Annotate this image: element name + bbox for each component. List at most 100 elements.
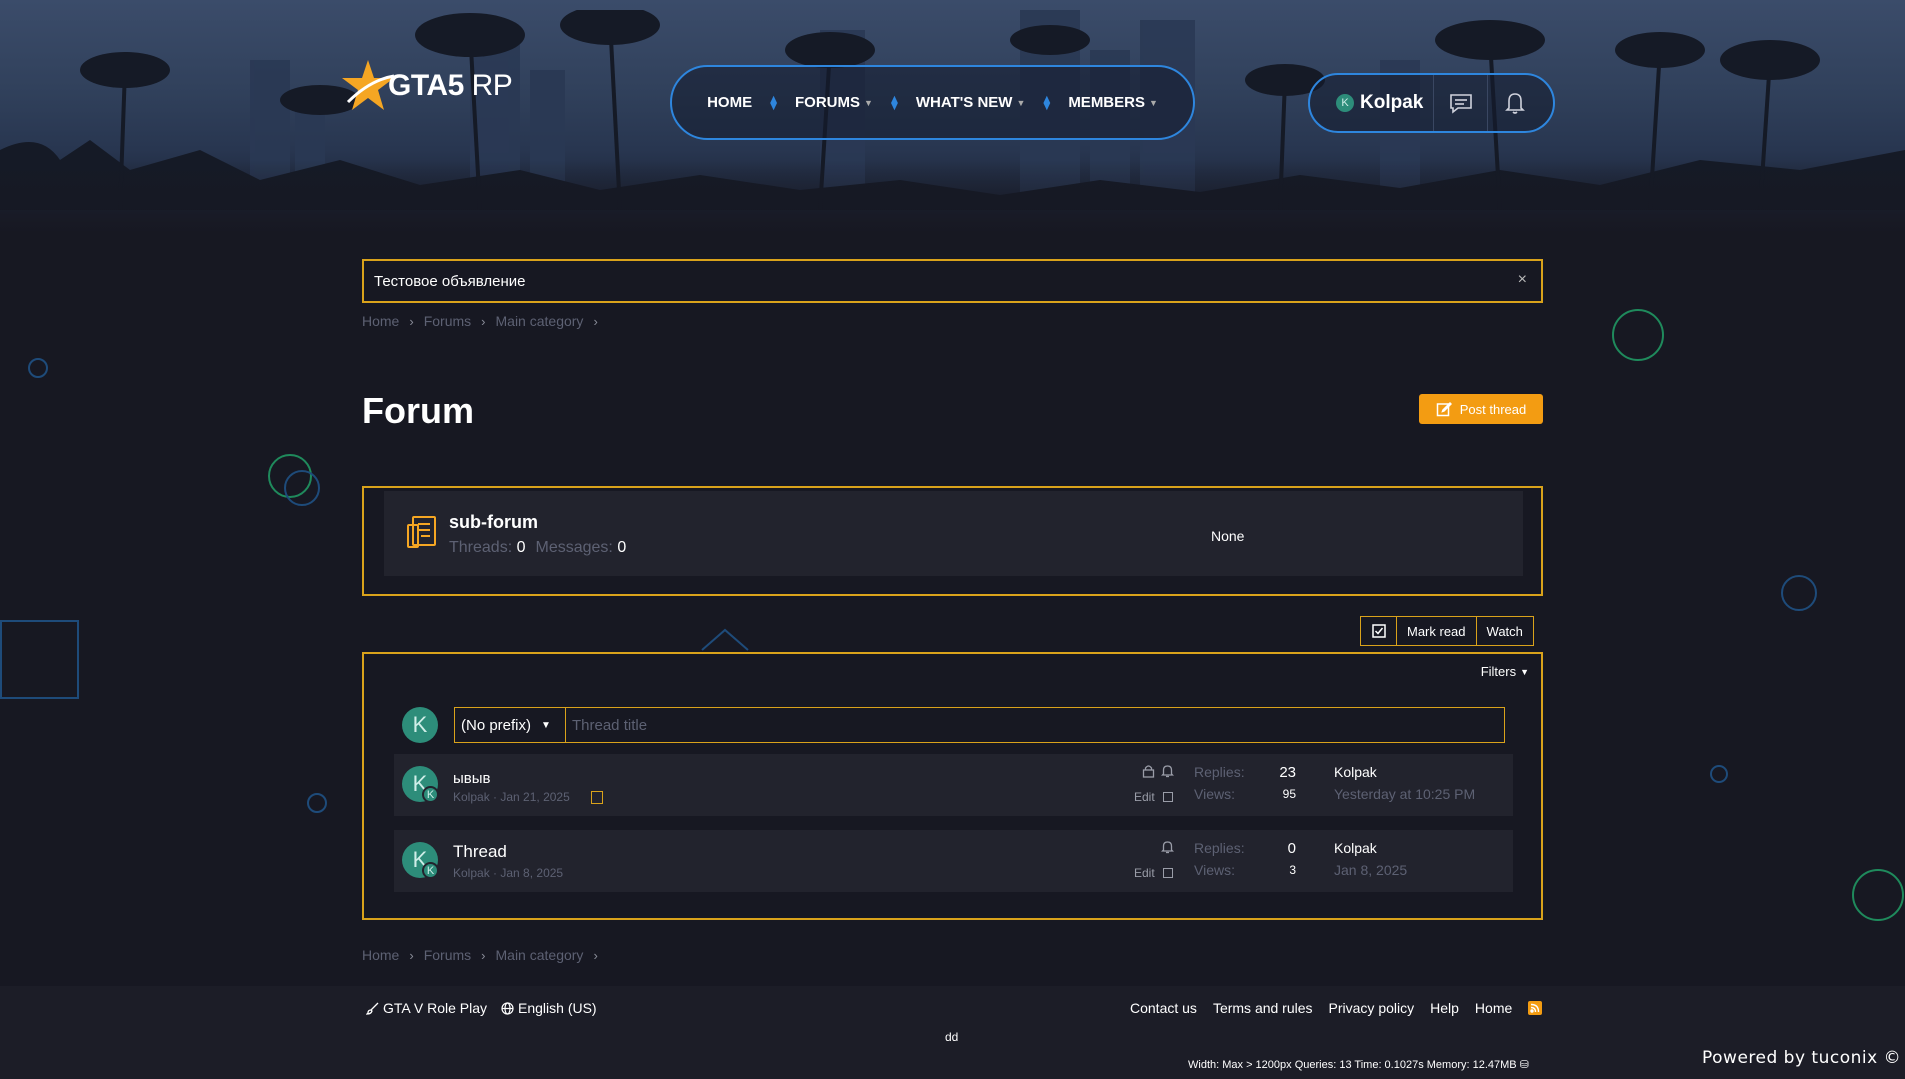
decor-triangle [701, 628, 749, 651]
messages-count: 0 [617, 539, 627, 556]
account-link[interactable]: K Kolpak [1310, 75, 1435, 131]
footer-link-home[interactable]: Home [1475, 1000, 1512, 1016]
footer-link-terms[interactable]: Terms and rules [1213, 1000, 1313, 1016]
prefix-select[interactable]: (No prefix) ▼ [454, 707, 566, 743]
nav-home[interactable]: HOME [707, 94, 752, 111]
select-checkbox[interactable] [1162, 792, 1173, 802]
nav-separator-icon: ⧫ [890, 94, 898, 110]
database-icon: ⛁ [1519, 1059, 1529, 1071]
thread-date[interactable]: Jan 8, 2025 [500, 866, 563, 880]
thread-edit: Edit [1134, 866, 1173, 880]
forum-icon [406, 515, 438, 554]
thread-author[interactable]: Kolpak [453, 790, 490, 804]
breadcrumb-home[interactable]: Home [362, 313, 399, 329]
notice-text: Тестовое объявление [374, 272, 526, 290]
decor-circle [1710, 765, 1728, 783]
breadcrumb-main-category[interactable]: Main category [496, 947, 584, 963]
breadcrumb-forums[interactable]: Forums [424, 313, 471, 329]
footer-custom-text: dd [945, 1030, 959, 1044]
language-chooser[interactable]: English (US) [501, 1000, 597, 1016]
subforum-last-post: None [1211, 528, 1245, 544]
lock-icon [1142, 765, 1155, 778]
thread-row[interactable]: K K ывыв Kolpak · Jan 21, 2025 Edit Repl… [394, 754, 1513, 816]
select-toggle-button[interactable] [1361, 617, 1397, 645]
breadcrumb: Home › Forums › Main category › [362, 313, 598, 329]
footer-link-contact[interactable]: Contact us [1130, 1000, 1197, 1016]
thread-title[interactable]: Thread [453, 842, 507, 862]
last-post-date[interactable]: Jan 8, 2025 [1334, 862, 1407, 878]
chevron-right-icon: › [481, 313, 486, 329]
footer-left: GTA V Role Play English (US) [366, 1000, 597, 1016]
chevron-right-icon: › [593, 313, 598, 329]
thread-status-icons [1142, 764, 1174, 778]
bell-icon [1161, 841, 1174, 854]
post-thread-label: Post thread [1459, 401, 1527, 417]
thread-title-input[interactable] [565, 707, 1505, 743]
views-label: Views: [1194, 786, 1235, 802]
last-poster[interactable]: Kolpak [1334, 764, 1377, 780]
replies-count: 0 [1287, 840, 1296, 857]
caret-down-icon: ▼ [1016, 97, 1026, 108]
thread-author[interactable]: Kolpak [453, 866, 490, 880]
caret-down-icon: ▼ [1148, 97, 1158, 108]
subforum-stats: Threads: 0 Messages: 0 [449, 539, 627, 556]
decor-circle [284, 470, 320, 506]
breadcrumb-forums[interactable]: Forums [424, 947, 471, 963]
edit-icon [1436, 401, 1452, 417]
thread-meta: Kolpak · Jan 21, 2025 [453, 790, 604, 805]
thread-row[interactable]: K K Thread Kolpak · Jan 8, 2025 Edit Rep… [394, 830, 1513, 892]
decor-circle [1781, 575, 1817, 611]
user-navigation: K Kolpak [1308, 73, 1555, 133]
mark-read-button[interactable]: Mark read [1397, 617, 1477, 645]
bell-icon [1161, 765, 1174, 778]
subforum-block: sub-forum Threads: 0 Messages: 0 None [362, 486, 1543, 596]
nav-forums[interactable]: FORUMS ▼ [795, 94, 873, 111]
replies-label: Replies: [1194, 764, 1245, 780]
last-poster[interactable]: Kolpak [1334, 840, 1377, 856]
page-title: Forum [362, 390, 474, 431]
last-poster-avatar: K [422, 862, 439, 879]
page-icon [591, 791, 604, 805]
last-post-date[interactable]: Yesterday at 10:25 PM [1334, 786, 1475, 802]
thread-title[interactable]: ывыв [453, 770, 491, 787]
decor-circle [268, 454, 312, 498]
decor-circle [1612, 309, 1664, 361]
edit-link[interactable]: Edit [1134, 866, 1155, 880]
close-icon[interactable]: × [1518, 271, 1527, 289]
subforum-title[interactable]: sub-forum [449, 512, 538, 533]
filters-button[interactable]: Filters ▼ [1481, 664, 1529, 679]
avatar: K [1336, 94, 1354, 112]
nav-separator-icon: ⧫ [1043, 94, 1051, 110]
views-count: 3 [1289, 863, 1296, 877]
nav-separator-icon: ⧫ [770, 94, 778, 110]
style-chooser[interactable]: GTA V Role Play [366, 1000, 487, 1016]
thread-edit: Edit [1134, 790, 1173, 804]
nav-members[interactable]: MEMBERS ▼ [1068, 94, 1158, 111]
notice-banner: Тестовое объявление × [362, 259, 1543, 303]
nav-whats-new[interactable]: WHAT'S NEW ▼ [916, 94, 1026, 111]
breadcrumb-home[interactable]: Home [362, 947, 399, 963]
select-checkbox[interactable] [1162, 868, 1173, 878]
conversations-button[interactable] [1434, 75, 1489, 131]
chevron-right-icon: › [481, 947, 486, 963]
avatar[interactable]: K [402, 707, 438, 743]
alerts-button[interactable] [1488, 75, 1542, 131]
rss-icon[interactable] [1528, 1001, 1543, 1015]
watch-button[interactable]: Watch [1477, 617, 1533, 645]
footer-link-help[interactable]: Help [1430, 1000, 1459, 1016]
footer-links: Contact us Terms and rules Privacy polic… [1130, 1000, 1543, 1016]
footer-link-privacy[interactable]: Privacy policy [1329, 1000, 1415, 1016]
thread-list-block: Filters ▼ K (No prefix) ▼ K K ывыв Kolpa… [362, 652, 1543, 920]
main-navigation: HOME ⧫ FORUMS ▼ ⧫ WHAT'S NEW ▼ ⧫ MEMBERS ▼ [670, 65, 1195, 140]
site-logo[interactable]: GTA5 RP [340, 58, 513, 114]
breadcrumb-main-category[interactable]: Main category [496, 313, 584, 329]
globe-icon [501, 1001, 514, 1015]
debug-output: Width: Max > 1200px Queries: 13 Time: 0.… [1188, 1059, 1529, 1071]
threads-count: 0 [516, 539, 526, 556]
edit-link[interactable]: Edit [1134, 790, 1155, 804]
thread-date[interactable]: Jan 21, 2025 [500, 790, 569, 804]
replies-label: Replies: [1194, 840, 1245, 856]
post-thread-button[interactable]: Post thread [1419, 394, 1543, 424]
powered-by[interactable]: Powered by tuconix © [1702, 1048, 1901, 1068]
last-poster-avatar: K [422, 786, 439, 803]
